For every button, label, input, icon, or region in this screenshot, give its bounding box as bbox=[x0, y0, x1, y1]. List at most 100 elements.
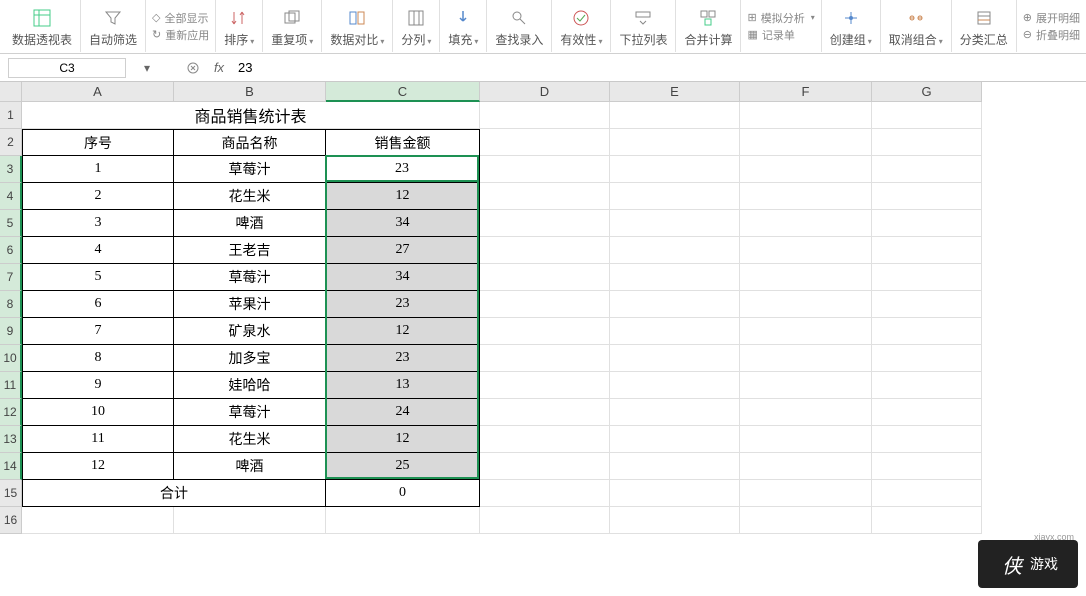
cell[interactable] bbox=[872, 345, 982, 372]
cell[interactable] bbox=[740, 156, 872, 183]
cell[interactable] bbox=[872, 183, 982, 210]
row-header-7[interactable]: 7 bbox=[0, 264, 22, 291]
row-header-12[interactable]: 12 bbox=[0, 399, 22, 426]
cell[interactable] bbox=[872, 156, 982, 183]
cell[interactable] bbox=[740, 318, 872, 345]
cell[interactable] bbox=[872, 372, 982, 399]
row-header-16[interactable]: 16 bbox=[0, 507, 22, 534]
subtotal-button[interactable]: 分类汇总 bbox=[952, 0, 1017, 52]
cell[interactable] bbox=[480, 183, 610, 210]
cell[interactable] bbox=[740, 345, 872, 372]
cell[interactable] bbox=[872, 237, 982, 264]
cell[interactable] bbox=[740, 372, 872, 399]
cell[interactable] bbox=[480, 129, 610, 156]
spreadsheet-grid[interactable]: ABCDEFG 1商品销售统计表2序号商品名称销售金额31草莓汁2342花生米1… bbox=[0, 82, 1086, 534]
cell[interactable]: 苹果汁 bbox=[174, 291, 326, 318]
cell[interactable] bbox=[872, 291, 982, 318]
cell[interactable]: 商品销售统计表 bbox=[22, 102, 480, 129]
cell[interactable]: 5 bbox=[22, 264, 174, 291]
cell[interactable] bbox=[480, 291, 610, 318]
cell[interactable]: 矿泉水 bbox=[174, 318, 326, 345]
cell[interactable] bbox=[740, 507, 872, 534]
cell[interactable]: 34 bbox=[326, 210, 480, 237]
select-all-corner[interactable] bbox=[0, 82, 22, 102]
cell[interactable] bbox=[480, 237, 610, 264]
group-button[interactable]: 创建组▾ bbox=[822, 0, 881, 52]
cell[interactable] bbox=[610, 345, 740, 372]
dropdown-button[interactable]: 下拉列表 bbox=[611, 0, 676, 52]
cell[interactable]: 啤酒 bbox=[174, 210, 326, 237]
cell[interactable] bbox=[740, 183, 872, 210]
reapply-button[interactable]: ↻重新应用 bbox=[152, 27, 209, 43]
simulate-button[interactable]: ⊞模拟分析▾ bbox=[747, 10, 814, 26]
collapsedetail-button[interactable]: ⊖折叠明细 bbox=[1023, 27, 1080, 43]
cell[interactable]: 草莓汁 bbox=[174, 264, 326, 291]
cell[interactable] bbox=[872, 102, 982, 129]
validity-button[interactable]: 有效性▾ bbox=[552, 0, 611, 52]
cell[interactable] bbox=[480, 345, 610, 372]
cell[interactable]: 娃哈哈 bbox=[174, 372, 326, 399]
cell[interactable]: 啤酒 bbox=[174, 453, 326, 480]
column-header-F[interactable]: F bbox=[740, 82, 872, 102]
cell[interactable] bbox=[872, 210, 982, 237]
cell[interactable] bbox=[610, 156, 740, 183]
cell[interactable] bbox=[610, 507, 740, 534]
cell[interactable] bbox=[610, 453, 740, 480]
sort-button[interactable]: 排序▾ bbox=[216, 0, 263, 52]
cell[interactable] bbox=[740, 102, 872, 129]
cell[interactable]: 24 bbox=[326, 399, 480, 426]
fill-button[interactable]: 填充▾ bbox=[440, 0, 487, 52]
cell[interactable] bbox=[610, 318, 740, 345]
cell[interactable] bbox=[610, 372, 740, 399]
column-header-D[interactable]: D bbox=[480, 82, 610, 102]
autofilter-button[interactable]: 自动筛选 bbox=[81, 0, 146, 52]
cell[interactable]: 23 bbox=[326, 345, 480, 372]
cell[interactable] bbox=[610, 210, 740, 237]
cell[interactable] bbox=[740, 291, 872, 318]
cell[interactable] bbox=[610, 291, 740, 318]
split-button[interactable]: 分列▾ bbox=[393, 0, 440, 52]
cell[interactable] bbox=[872, 507, 982, 534]
ungroup-button[interactable]: 取消组合▾ bbox=[881, 0, 952, 52]
cell[interactable]: 草莓汁 bbox=[174, 399, 326, 426]
cell[interactable]: 3 bbox=[22, 210, 174, 237]
fx-button[interactable]: fx bbox=[206, 58, 232, 78]
row-header-11[interactable]: 11 bbox=[0, 372, 22, 399]
cell[interactable]: 25 bbox=[326, 453, 480, 480]
cell[interactable] bbox=[740, 453, 872, 480]
cell[interactable] bbox=[740, 426, 872, 453]
cell[interactable] bbox=[610, 399, 740, 426]
cell[interactable]: 花生米 bbox=[174, 426, 326, 453]
cell[interactable] bbox=[740, 480, 872, 507]
cell[interactable]: 序号 bbox=[22, 129, 174, 156]
cell[interactable]: 27 bbox=[326, 237, 480, 264]
showdetail-button[interactable]: ⊕展开明细 bbox=[1023, 10, 1080, 26]
cell[interactable] bbox=[740, 210, 872, 237]
cell[interactable] bbox=[610, 237, 740, 264]
cell[interactable] bbox=[872, 399, 982, 426]
cell[interactable]: 草莓汁 bbox=[174, 156, 326, 183]
cell[interactable]: 34 bbox=[326, 264, 480, 291]
cell[interactable]: 11 bbox=[22, 426, 174, 453]
cell[interactable] bbox=[740, 129, 872, 156]
row-header-10[interactable]: 10 bbox=[0, 345, 22, 372]
dedup-button[interactable]: 重复项▾ bbox=[263, 0, 322, 52]
cell[interactable]: 花生米 bbox=[174, 183, 326, 210]
form-button[interactable]: ▦记录单 bbox=[747, 27, 814, 43]
row-header-8[interactable]: 8 bbox=[0, 291, 22, 318]
column-header-G[interactable]: G bbox=[872, 82, 982, 102]
cell[interactable]: 4 bbox=[22, 237, 174, 264]
cell[interactable] bbox=[740, 399, 872, 426]
cell[interactable] bbox=[480, 507, 610, 534]
grid-body[interactable]: 1商品销售统计表2序号商品名称销售金额31草莓汁2342花生米1253啤酒346… bbox=[0, 102, 1086, 534]
cell[interactable] bbox=[22, 507, 174, 534]
row-header-3[interactable]: 3 bbox=[0, 156, 22, 183]
cell[interactable]: 6 bbox=[22, 291, 174, 318]
name-box[interactable] bbox=[8, 58, 126, 78]
cell[interactable] bbox=[480, 426, 610, 453]
row-header-6[interactable]: 6 bbox=[0, 237, 22, 264]
cell[interactable] bbox=[740, 264, 872, 291]
row-header-5[interactable]: 5 bbox=[0, 210, 22, 237]
cell[interactable]: 12 bbox=[22, 453, 174, 480]
column-header-E[interactable]: E bbox=[610, 82, 740, 102]
